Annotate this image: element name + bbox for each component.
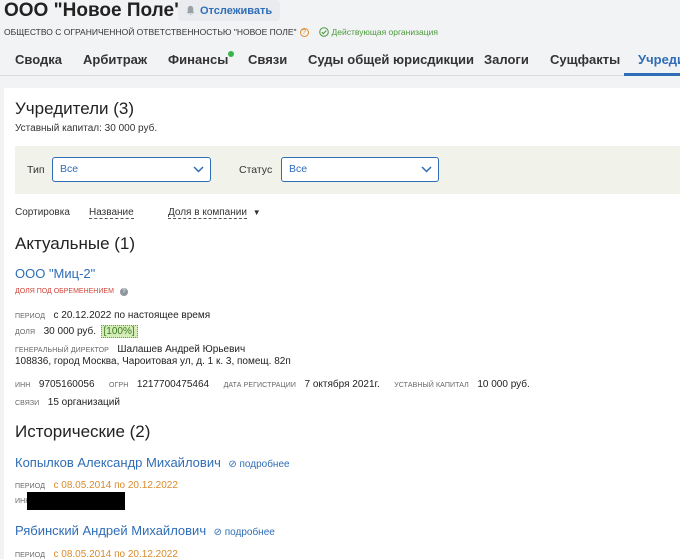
inn-value: 9705160056 [38, 379, 95, 390]
question-icon[interactable]: ? [299, 27, 309, 37]
current-director: ГЕНЕРАЛЬНЫЙ ДИРЕКТОР Шалашев Андрей Юрье… [15, 339, 245, 357]
chevron-down-icon [193, 166, 204, 173]
share-percent: [100%] [100, 325, 138, 338]
tab-arbitration[interactable]: Арбитраж [83, 52, 147, 67]
caret-down-icon: ▼ [252, 208, 261, 217]
tab-connections[interactable]: Связи [248, 52, 287, 67]
sort-by-share[interactable]: Доля в компании ▼ [168, 207, 261, 219]
period-label: ПЕРИОД [15, 552, 46, 559]
tab-bar: Сводка Арбитраж Финансы Связи Суды общей… [0, 44, 680, 76]
founder-name-link[interactable]: Рябинский Андрей Михайлович [15, 523, 206, 538]
type-filter-label: Тип [27, 164, 45, 176]
tab-summary[interactable]: Сводка [15, 52, 62, 67]
active-tab-indicator [624, 73, 680, 76]
founders-card: Учредители (3) Уставный капитал: 30 000 … [4, 88, 680, 559]
link-icon: ⊘ [228, 459, 237, 470]
capital-label: УСТАВНЫЙ КАПИТАЛ [394, 382, 469, 389]
track-button[interactable]: Отслеживать [178, 0, 281, 21]
company-title: ООО "Новое Поле" [4, 0, 184, 21]
tab-pledges[interactable]: Залоги [484, 52, 529, 67]
encumbrance-note: ДОЛЯ ПОД ОБРЕМЕНЕНИЕМ ? [15, 288, 128, 296]
director-label: ГЕНЕРАЛЬНЫЙ ДИРЕКТОР [15, 347, 109, 354]
share-label: ДОЛЯ [15, 329, 36, 336]
company-subline: ОБЩЕСТВО С ОГРАНИЧЕННОЙ ОТВЕТСТВЕННОСТЬЮ… [4, 27, 438, 37]
filter-panel: Тип Все Статус Все [15, 146, 680, 194]
status-badge: Действующая организация [318, 27, 438, 37]
bell-icon [186, 5, 195, 15]
company-links: СВЯЗИ 15 организаций [15, 392, 120, 410]
status-select[interactable]: Все [281, 157, 439, 182]
current-share: ДОЛЯ 30 000 руб. [100%] [15, 321, 138, 339]
sort-label: Сортировка [15, 207, 70, 218]
company-full-name: ОБЩЕСТВО С ОГРАНИЧЕННОЙ ОТВЕТСТВЕННОСТЬЮ… [4, 27, 297, 37]
period-value: с 20.12.2022 по настоящее время [53, 310, 211, 321]
link-icon: ⊘ [213, 527, 222, 538]
historical-item: Рябинский Андрей Михайлович ⊘ подробнее [15, 522, 275, 540]
sort-by-name[interactable]: Название [89, 207, 134, 219]
more-link-label: подробнее [239, 459, 290, 470]
company-requisites: ИНН 9705160056 ОГРН 1217700475464 ДАТА Р… [15, 374, 530, 392]
type-select[interactable]: Все [52, 157, 211, 182]
period-value: с 08.05.2014 по 20.12.2022 [53, 549, 178, 559]
period-value: с 08.05.2014 по 20.12.2022 [53, 480, 178, 491]
period-label: ПЕРИОД [15, 483, 46, 490]
historical-inn: ИНН [15, 492, 126, 510]
period-label: ПЕРИОД [15, 313, 46, 320]
finance-new-dot [228, 51, 234, 57]
more-link[interactable]: ⊘ подробнее [228, 459, 289, 470]
inn-label: ИНН [15, 382, 31, 389]
more-link[interactable]: ⊘ подробнее [214, 527, 275, 538]
encumbrance-text: ДОЛЯ ПОД ОБРЕМЕНЕНИЕМ [15, 288, 114, 295]
tab-courts[interactable]: Суды общей юрисдикции [308, 52, 474, 67]
founder-name-link[interactable]: ООО "Миц-2" [15, 266, 95, 281]
director-value: Шалашев Андрей Юрьевич [117, 344, 246, 355]
links-label: СВЯЗИ [15, 400, 40, 407]
chevron-down-icon [421, 166, 432, 173]
historical-heading: Исторические (2) [15, 422, 151, 441]
info-icon[interactable]: ? [119, 288, 128, 296]
status-text: Действующая организация [331, 27, 438, 37]
current-heading: Актуальные (1) [15, 234, 136, 253]
company-header: ООО "Новое Поле" Отслеживать ОБЩЕСТВО С … [0, 0, 680, 44]
regdate-label: ДАТА РЕГИСТРАЦИИ [223, 382, 297, 389]
capital-value: 10 000 руб. [477, 379, 530, 390]
ogrn-value: 1217700475464 [136, 379, 210, 390]
track-button-label: Отслеживать [200, 4, 273, 17]
company-address: 108836, город Москва, Чароитовая ул, д. … [15, 356, 291, 367]
sort-by-share-label: Доля в компании [168, 207, 247, 219]
tab-facts[interactable]: Сущфакты [550, 52, 620, 67]
status-filter-label: Статус [239, 164, 273, 176]
redacted-block [27, 492, 126, 510]
links-value[interactable]: 15 организаций [48, 397, 120, 408]
share-value: 30 000 руб. [43, 326, 97, 337]
historical-period: ПЕРИОД с 08.05.2014 по 20.12.2022 [15, 475, 178, 493]
check-circle-icon [318, 27, 329, 37]
founder-name-link[interactable]: Копылков Александр Михайлович [15, 455, 221, 470]
ogrn-label: ОГРН [108, 382, 129, 389]
more-link-label: подробнее [224, 527, 275, 538]
historical-period: ПЕРИОД с 08.05.2014 по 20.12.2022 [15, 544, 178, 559]
type-select-value: Все [60, 163, 79, 175]
section-title: Учредители (3) [15, 99, 135, 118]
tab-founders[interactable]: Учреди [638, 52, 680, 67]
section-capital: Уставный капитал: 30 000 руб. [15, 123, 158, 134]
regdate-value: 7 октября 2021г. [304, 379, 380, 390]
historical-item: Копылков Александр Михайлович ⊘ подробне… [15, 454, 290, 472]
tab-finance[interactable]: Финансы [168, 52, 228, 67]
status-select-value: Все [289, 163, 308, 175]
